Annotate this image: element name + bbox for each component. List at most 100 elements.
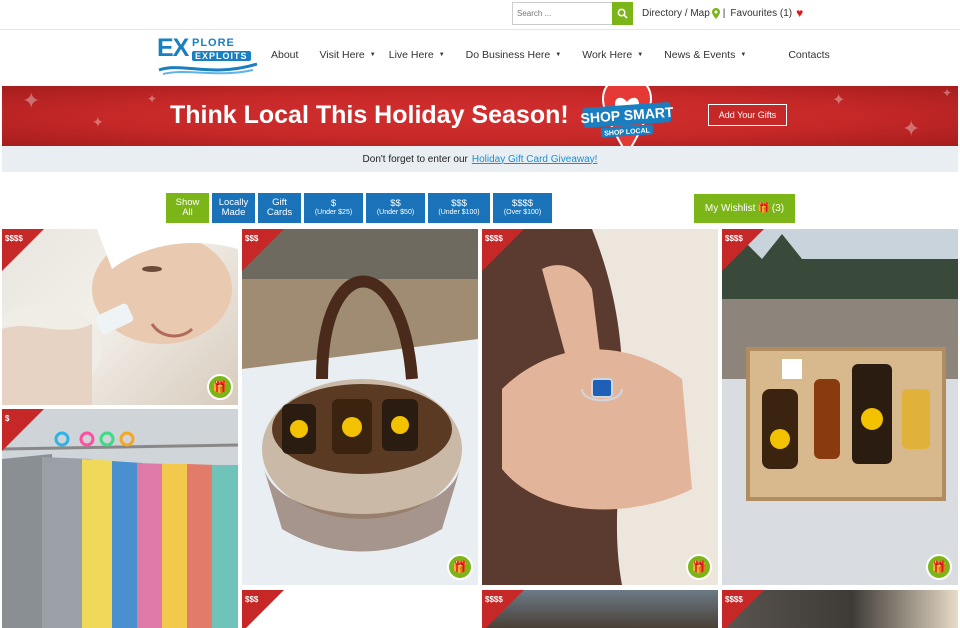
giveaway-text: Don't forget to enter our: [362, 153, 468, 165]
filter-bar: Show All Locally Made Gift Cards $ (Under $2…: [166, 193, 555, 223]
gift-icon: 🎁: [452, 560, 468, 574]
separator: |: [722, 7, 726, 19]
wishlist-button[interactable]: My Wishlist 🎁 (3): [694, 194, 795, 223]
nav-about[interactable]: About: [271, 49, 298, 61]
filter-line1: $$$$: [511, 197, 534, 209]
snowflake-icon: ✦: [902, 116, 921, 141]
gift-icon: 🎁: [212, 380, 228, 394]
filter-line2: Made: [221, 207, 246, 218]
search-form: [512, 2, 633, 25]
gift-tile[interactable]: $$$$ 🎁: [2, 229, 238, 405]
nav-live-here[interactable]: Live Here ▼: [389, 49, 445, 61]
banner-title: Think Local This Holiday Season!: [170, 101, 569, 129]
gift-icon: 🎁: [691, 560, 707, 574]
snowflake-icon: ✦: [92, 114, 104, 130]
heart-icon: ♥: [796, 6, 804, 20]
nav-do-business-here[interactable]: Do Business Here ▼: [466, 49, 562, 61]
logo-wave-icon: [158, 62, 258, 75]
snowflake-icon: ✦: [147, 92, 158, 106]
filter-locally-made[interactable]: Locally Made: [212, 193, 255, 223]
price-label: $$$$: [5, 234, 23, 243]
nav-contacts[interactable]: Contacts: [788, 49, 829, 61]
add-to-wishlist-button[interactable]: 🎁: [447, 554, 473, 580]
add-to-wishlist-button[interactable]: 🎁: [686, 554, 712, 580]
nav-visit-here[interactable]: Visit Here ▼: [319, 49, 375, 61]
filter-line1: $$$: [451, 197, 467, 209]
search-button[interactable]: [612, 2, 633, 25]
nav-label: Visit Here: [319, 49, 365, 61]
nav-label: Work Here: [582, 49, 633, 61]
filter-line1: $: [330, 197, 337, 209]
caret-down-icon: ▼: [438, 52, 445, 58]
site-logo[interactable]: EX PLORE EXPLOITS: [157, 34, 259, 76]
filter-line2: Cards: [266, 207, 293, 218]
filter-line1: $$: [390, 197, 401, 209]
price-label: $$$: [245, 234, 259, 243]
wishlist-label: My Wishlist: [704, 203, 756, 214]
nav-label: Do Business Here: [465, 49, 551, 61]
filter-over-100[interactable]: $$$$ (Over $100): [493, 193, 552, 223]
nav-label: Live Here: [388, 49, 434, 61]
nav-news-events[interactable]: News & Events ▼: [664, 49, 746, 61]
gift-tile[interactable]: $: [2, 409, 238, 628]
caret-down-icon: ▼: [369, 52, 376, 58]
gift-tile[interactable]: $$$$: [482, 590, 718, 628]
wishlist-count: (3): [771, 203, 785, 214]
gift-tile[interactable]: $$$ 🎁: [242, 229, 478, 585]
price-label: $$$$: [485, 595, 503, 604]
nav-label: About: [271, 49, 299, 61]
giveaway-notice: Don't forget to enter our Holiday Gift C…: [2, 146, 958, 172]
filter-show-all[interactable]: Show All: [166, 193, 209, 223]
utility-bar: Directory / Map | Favourites (1) ♥: [0, 0, 960, 30]
caret-down-icon: ▼: [740, 52, 747, 58]
filter-under-50[interactable]: $$ (Under $50): [366, 193, 425, 223]
caret-down-icon: ▼: [637, 52, 644, 58]
gift-tile[interactable]: $$$$: [722, 590, 958, 628]
gift-icon: 🎁: [757, 203, 770, 214]
badge-line1: SHOP SMART: [580, 104, 674, 126]
search-input[interactable]: [512, 2, 612, 25]
add-to-wishlist-button[interactable]: 🎁: [207, 374, 233, 400]
gift-tile[interactable]: $$$: [242, 590, 478, 628]
snowflake-icon: ✦: [832, 92, 846, 109]
filter-gift-cards[interactable]: Gift Cards: [258, 193, 301, 223]
honey-gift-basket-image: [242, 229, 478, 585]
filter-line2: (Over $100): [503, 209, 542, 217]
price-label: $$$$: [725, 234, 743, 243]
price-label: $$$$: [725, 595, 743, 604]
search-icon: [617, 8, 628, 19]
map-pin-icon: [711, 7, 720, 19]
price-label: $$$$: [485, 234, 503, 243]
gift-tile[interactable]: $$$$ 🎁: [482, 229, 718, 585]
nav-label: Contacts: [788, 49, 830, 61]
sapphire-ring-image: [482, 229, 718, 585]
gift-icon: 🎁: [931, 560, 947, 574]
nav-label: News & Events: [664, 49, 736, 61]
snowflake-icon: ✦: [22, 88, 41, 113]
shop-smart-badge: SHOP SMART SHOP LOCAL: [579, 86, 675, 146]
nav-work-here[interactable]: Work Here ▼: [582, 49, 643, 61]
directory-link[interactable]: Directory / Map: [642, 8, 710, 19]
site-header: EX PLORE EXPLOITS About Visit Here ▼ Live…: [0, 30, 960, 85]
snowflake-icon: ✦: [942, 86, 953, 100]
caret-down-icon: ▼: [555, 52, 562, 58]
giveaway-link[interactable]: Holiday Gift Card Giveaway!: [472, 154, 598, 165]
filter-line2: (Under $100): [438, 209, 480, 217]
filter-under-25[interactable]: $ (Under $25): [304, 193, 363, 223]
add-to-wishlist-button[interactable]: 🎁: [926, 554, 952, 580]
honey-gift-box-image: [722, 229, 958, 585]
main-nav: About Visit Here ▼ Live Here ▼ Do Business…: [271, 49, 830, 61]
logo-plore: PLORE: [192, 37, 235, 49]
price-label: $: [5, 414, 10, 423]
utility-links: Directory / Map | Favourites (1) ♥: [642, 6, 803, 20]
filter-line2: (Under $25): [314, 209, 353, 217]
favourites-link[interactable]: Favourites (1): [730, 8, 792, 19]
holiday-banner: ✦ ✦ ✦ ✦ ✦ ✦ Think Local This Holiday Sea…: [2, 86, 958, 146]
add-gifts-button[interactable]: Add Your Gifts: [708, 104, 787, 126]
logo-ex: EX: [157, 34, 189, 62]
filter-line2: All: [182, 207, 193, 218]
gift-tile[interactable]: $$$$ 🎁: [722, 229, 958, 585]
filter-under-100[interactable]: $$$ (Under $100): [428, 193, 490, 223]
filter-line2: (Under $50): [376, 209, 415, 217]
price-label: $$$: [245, 595, 259, 604]
